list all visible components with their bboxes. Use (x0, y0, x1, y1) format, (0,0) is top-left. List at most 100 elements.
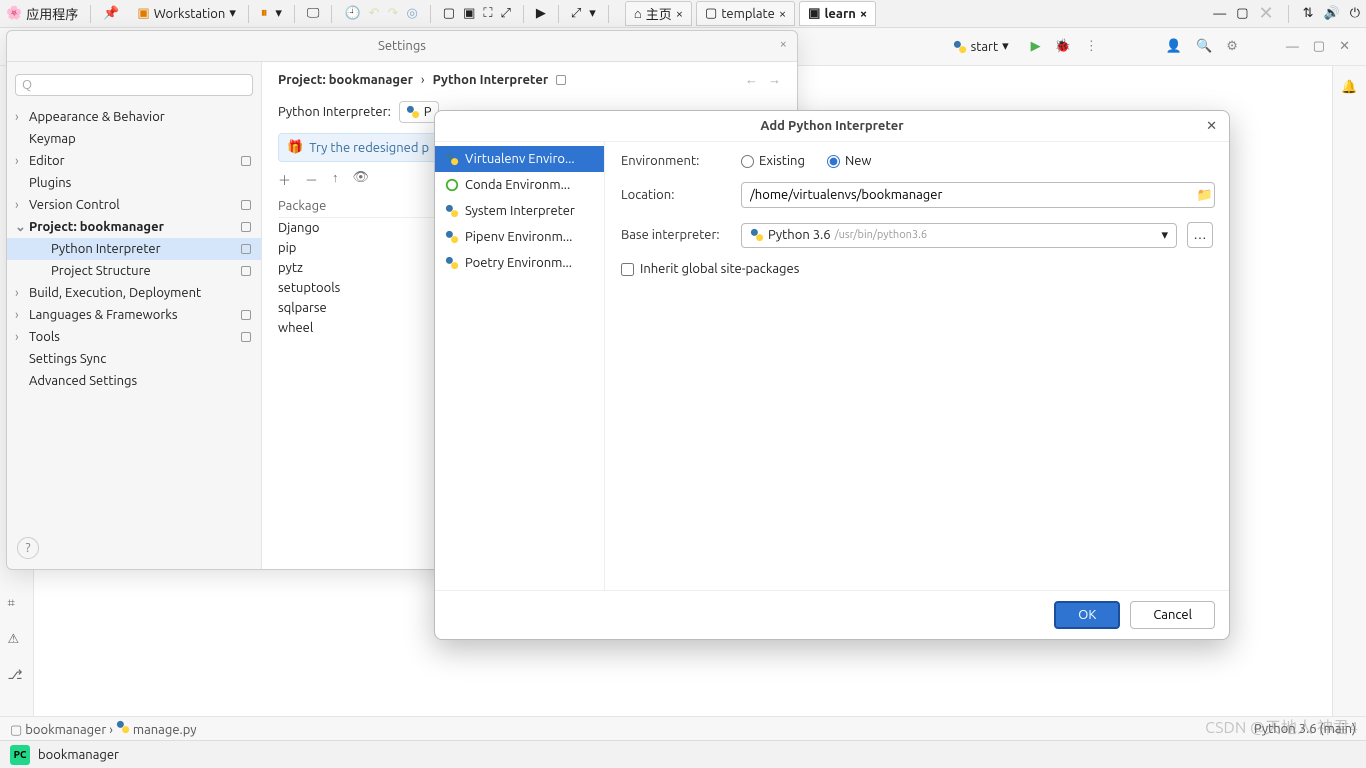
settings-search[interactable]: Q (15, 74, 253, 96)
interpreter-source-item[interactable]: Conda Environm... (435, 172, 604, 198)
vm-tabs: ⌂主页× ▢template× ▣learn× (625, 1, 880, 26)
network-icon[interactable]: ⇅ (1303, 6, 1314, 21)
settings-category[interactable]: Project: bookmanager (7, 216, 261, 238)
applications-menu[interactable]: 🌸 应用程序 (6, 4, 78, 23)
close-icon[interactable]: × (780, 37, 787, 51)
manage-icon[interactable]: ◎ (406, 6, 417, 21)
notifications-icon[interactable]: 🔔 (1341, 80, 1357, 95)
tab-learn[interactable]: ▣learn× (799, 1, 876, 26)
run-icon[interactable]: ▶ (1031, 39, 1041, 54)
maximize-icon[interactable]: ▢ (1236, 6, 1248, 21)
inherit-checkbox[interactable]: Inherit global site-packages (621, 262, 799, 276)
settings-category[interactable]: Plugins (7, 172, 261, 194)
apps-icon: 🌸 (6, 6, 22, 21)
radio-existing[interactable]: Existing (741, 154, 805, 168)
git-icon[interactable]: ⎇ (8, 668, 26, 686)
window-icon[interactable]: ▢ (443, 6, 455, 21)
settings-title: Settings (378, 39, 426, 53)
python-icon (445, 230, 459, 244)
settings-category[interactable]: Editor (7, 150, 261, 172)
settings-category[interactable]: Keymap (7, 128, 261, 150)
cancel-button[interactable]: Cancel (1130, 601, 1215, 629)
close-icon[interactable]: ✕ (1206, 119, 1217, 134)
scope-icon (241, 222, 251, 232)
breadcrumb-file[interactable]: manage.py (133, 723, 197, 737)
separator (248, 5, 249, 23)
pause-icon[interactable]: ⏸ (261, 6, 268, 21)
settings-category[interactable]: Advanced Settings (7, 370, 261, 392)
tab-template[interactable]: ▢template× (696, 1, 795, 26)
add-icon[interactable]: ＋ (278, 170, 291, 189)
minimize-icon[interactable]: — (1213, 7, 1226, 21)
revert-icon[interactable]: ↶ (369, 6, 380, 21)
scope-icon (241, 156, 251, 166)
settings-category[interactable]: Project Structure (7, 260, 261, 282)
crumb-project: Project: bookmanager (278, 73, 413, 87)
breadcrumb-project[interactable]: bookmanager (25, 723, 106, 737)
settings-category[interactable]: Appearance & Behavior (7, 106, 261, 128)
breadcrumb: ▢ bookmanager › manage.py (10, 720, 197, 738)
expand-icon[interactable]: ⤢ (571, 6, 581, 21)
help-button[interactable]: ? (17, 537, 39, 559)
remove-icon[interactable]: － (305, 170, 318, 189)
close-icon[interactable]: × (676, 7, 683, 21)
user-icon[interactable]: 👤 (1166, 39, 1182, 54)
tab-home[interactable]: ⌂主页× (625, 1, 692, 26)
problems-icon[interactable]: ⚠ (8, 632, 26, 650)
window-icon[interactable]: ▣ (463, 6, 475, 21)
settings-category[interactable]: Tools (7, 326, 261, 348)
close-icon[interactable]: × (860, 7, 867, 21)
run-config-selector[interactable]: start ▾ (945, 35, 1017, 58)
radio-new[interactable]: New (827, 154, 872, 168)
ok-button[interactable]: OK (1054, 601, 1120, 629)
settings-search-input[interactable] (36, 79, 246, 92)
maximize-icon[interactable]: ▢ (1313, 39, 1325, 54)
settings-category[interactable]: Settings Sync (7, 348, 261, 370)
interpreter-combo[interactable]: P (399, 101, 439, 123)
category-label: Plugins (29, 176, 71, 190)
forward-icon[interactable]: → (768, 72, 781, 87)
interpreter-source-item[interactable]: System Interpreter (435, 198, 604, 224)
pin-icon[interactable]: 📌 (103, 6, 119, 21)
gear-icon[interactable]: ⚙ (1226, 39, 1238, 54)
eye-icon[interactable]: 👁 (353, 170, 370, 189)
chevron-down-icon[interactable]: ▾ (275, 6, 282, 21)
interpreter-source-item[interactable]: Poetry Environm... (435, 250, 604, 276)
forward-icon[interactable]: ↷ (388, 6, 399, 21)
power-icon[interactable]: ⏻ (1350, 6, 1360, 21)
pycharm-icon[interactable]: PC (10, 745, 30, 765)
category-label: Advanced Settings (29, 374, 137, 388)
upgrade-icon[interactable]: ↑ (332, 170, 339, 189)
chevron-down-icon[interactable]: ▾ (589, 6, 596, 21)
browse-button[interactable]: … (1187, 222, 1213, 248)
category-label: Build, Execution, Deployment (29, 286, 201, 300)
base-interpreter-combo[interactable]: Python 3.6 /usr/bin/python3.6 ▾ (741, 223, 1177, 248)
settings-category[interactable]: Languages & Frameworks (7, 304, 261, 326)
scope-icon (241, 200, 251, 210)
close-icon[interactable]: × (779, 7, 786, 21)
inherit-label: Inherit global site-packages (640, 262, 799, 276)
search-icon[interactable]: 🔍 (1196, 39, 1212, 54)
interpreter-source-item[interactable]: Pipenv Environm... (435, 224, 604, 250)
close-icon[interactable]: ✕ (1259, 3, 1274, 24)
folder-icon[interactable]: 📁 (1197, 188, 1213, 203)
location-input[interactable] (741, 182, 1215, 208)
settings-category[interactable]: Python Interpreter (7, 238, 261, 260)
console-icon[interactable]: ▶ (536, 6, 546, 21)
volume-icon[interactable]: 🔊 (1324, 6, 1340, 21)
terminal-icon[interactable]: ⌗ (8, 596, 26, 614)
debug-icon[interactable]: 🐞 (1055, 39, 1071, 54)
settings-category[interactable]: Version Control (7, 194, 261, 216)
workstation-tab[interactable]: ▣ Workstation ▾ (137, 6, 235, 21)
tab-label: 主页 (646, 4, 672, 23)
fullscreen-icon[interactable]: ⛶ (483, 6, 492, 21)
more-icon[interactable]: ⋮ (1085, 39, 1098, 54)
snapshot-icon[interactable]: 🖵 (307, 6, 320, 21)
close-icon[interactable]: ✕ (1339, 39, 1350, 54)
minimize-icon[interactable]: — (1286, 40, 1299, 54)
back-icon[interactable]: ← (745, 72, 758, 87)
unity-icon[interactable]: ⤢ (500, 6, 510, 21)
settings-category[interactable]: Build, Execution, Deployment (7, 282, 261, 304)
interpreter-source-item[interactable]: Virtualenv Enviro... (435, 146, 604, 172)
clock-icon[interactable]: 🕘 (344, 6, 360, 21)
